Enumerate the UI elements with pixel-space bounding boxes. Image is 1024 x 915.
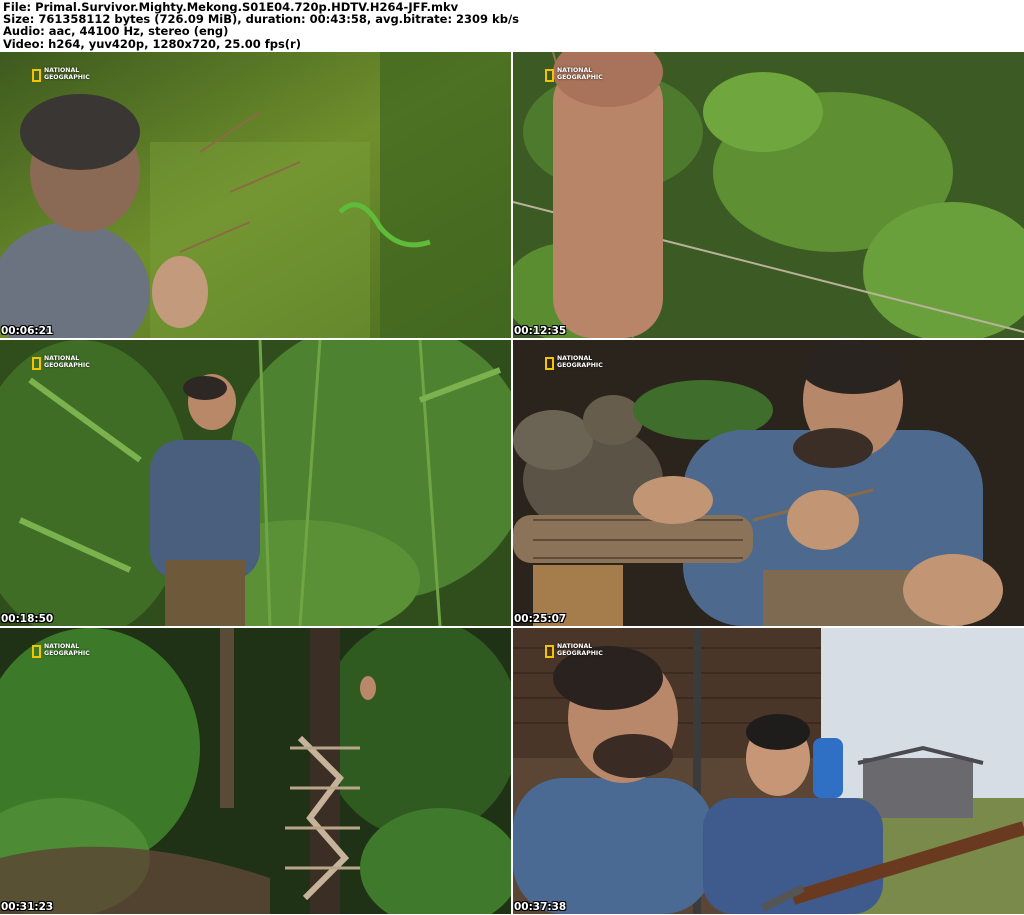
nat-geo-logo-3: NATIONAL GEOGRAPHIC (32, 355, 92, 371)
frame-thumbnail-2[interactable]: NATIONAL GEOGRAPHIC 00:12:35 (513, 52, 1024, 338)
nat-geo-frame-icon (32, 68, 41, 82)
frame-thumbnail-4[interactable]: NATIONAL GEOGRAPHIC 00:25:07 (513, 340, 1024, 626)
frame-thumbnail-6[interactable]: NATIONAL GEOGRAPHIC 00:37:38 (513, 628, 1024, 914)
nat-geo-logo-5: NATIONAL GEOGRAPHIC (32, 643, 92, 659)
frame-thumbnail-1[interactable]: NATIONAL GEOGRAPHIC 00:06:21 (0, 52, 511, 338)
nat-geo-logo-4: NATIONAL GEOGRAPHIC (545, 355, 605, 371)
frame-thumbnail-3[interactable]: NATIONAL GEOGRAPHIC 00:18:50 (0, 340, 511, 626)
nat-geo-logo-6: NATIONAL GEOGRAPHIC (545, 643, 605, 659)
frame-timestamp: 00:25:07 (514, 613, 567, 625)
thumbnail-grid: NATIONAL GEOGRAPHIC 00:06:21 NATIONAL GE… (0, 52, 1024, 915)
audio-info: Audio: aac, 44100 Hz, stereo (eng) (3, 24, 229, 39)
nat-geo-logo-1: NATIONAL GEOGRAPHIC (32, 67, 92, 83)
frame-timestamp: 00:37:38 (514, 901, 567, 913)
frame-thumbnail-5[interactable]: NATIONAL GEOGRAPHIC 00:31:23 (0, 628, 511, 914)
file-info-header: File: Primal.Survivor.Mighty.Mekong.S01E… (0, 0, 1024, 51)
frame-2-image (513, 52, 1024, 338)
nat-geo-frame-icon (32, 644, 41, 658)
frame-timestamp: 00:31:23 (1, 901, 54, 913)
video-info: Video: h264, yuv420p, 1280x720, 25.00 fp… (3, 36, 301, 51)
nat-geo-frame-icon (32, 356, 41, 370)
nat-geo-frame-icon (545, 644, 554, 658)
frame-1-image (0, 52, 511, 338)
frame-6-image (513, 628, 1024, 914)
nat-geo-frame-icon (545, 68, 554, 82)
frame-4-image (513, 340, 1024, 626)
frame-3-image (0, 340, 511, 626)
nat-geo-logo-2: NATIONAL GEOGRAPHIC (545, 67, 605, 83)
frame-timestamp: 00:18:50 (1, 613, 54, 625)
frame-5-image (0, 628, 511, 914)
frame-timestamp: 00:06:21 (1, 325, 54, 337)
frame-timestamp: 00:12:35 (514, 325, 567, 337)
nat-geo-frame-icon (545, 356, 554, 370)
